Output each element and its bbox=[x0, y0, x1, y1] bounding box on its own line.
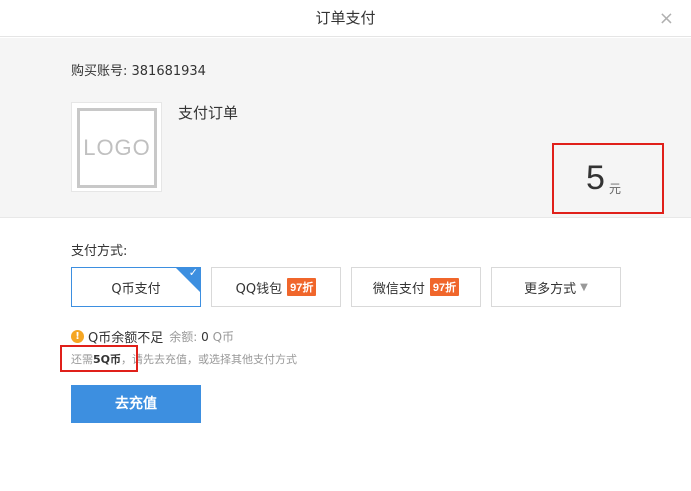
order-name: 支付订单 bbox=[178, 104, 239, 122]
method-wechat[interactable]: 微信支付 97折 bbox=[351, 267, 481, 307]
need-suffix: ，请先去充值，或选择其他支付方式 bbox=[121, 353, 298, 366]
method-qcoin[interactable]: Q币支付 ✓ bbox=[71, 266, 201, 307]
balance-label: 余额: bbox=[169, 330, 198, 344]
recharge-button[interactable]: 去充值 bbox=[71, 385, 201, 423]
check-icon: ✓ bbox=[188, 266, 198, 279]
close-icon[interactable]: × bbox=[659, 0, 674, 37]
method-qq-wallet-label: QQ钱包 bbox=[235, 281, 283, 297]
payment-dialog: 订单支付 × 购买账号: 381681934 LOGO 支付订单 5 元 支付方… bbox=[0, 0, 691, 491]
balance-value: 0 bbox=[201, 330, 209, 344]
chevron-down-icon: ▼ bbox=[580, 281, 588, 293]
insufficient-notice: ! Q币余额不足 余额: 0 Q币 bbox=[71, 327, 234, 346]
discount-badge: 97折 bbox=[429, 278, 460, 296]
method-qq-wallet[interactable]: QQ钱包 97折 bbox=[211, 267, 341, 307]
order-summary: 购买账号: 381681934 LOGO 支付订单 5 元 bbox=[0, 38, 691, 218]
dialog-title: 订单支付 bbox=[315, 9, 376, 27]
warning-icon: ! bbox=[71, 330, 84, 343]
need-highlight-box bbox=[60, 345, 138, 372]
dialog-titlebar: 订单支付 × bbox=[0, 0, 691, 37]
balance-info: 余额: 0 Q币 bbox=[169, 328, 234, 345]
account-info: 购买账号: 381681934 bbox=[71, 64, 206, 79]
method-more-label: 更多方式 bbox=[524, 281, 577, 297]
price-unit: 元 bbox=[609, 182, 622, 196]
method-qcoin-label: Q币支付 bbox=[111, 281, 161, 297]
price-amount: 5 bbox=[586, 159, 605, 197]
discount-badge: 97折 bbox=[287, 278, 317, 296]
balance-unit: Q币 bbox=[212, 330, 235, 344]
price-highlight-box: 5 元 bbox=[552, 143, 664, 214]
method-wechat-label: 微信支付 bbox=[372, 281, 425, 297]
insufficient-text: Q币余额不足 bbox=[88, 331, 164, 346]
product-logo: LOGO bbox=[71, 102, 162, 192]
payment-method-label: 支付方式: bbox=[71, 244, 128, 259]
method-more[interactable]: 更多方式 ▼ bbox=[491, 267, 621, 307]
logo-placeholder: LOGO bbox=[77, 108, 157, 188]
